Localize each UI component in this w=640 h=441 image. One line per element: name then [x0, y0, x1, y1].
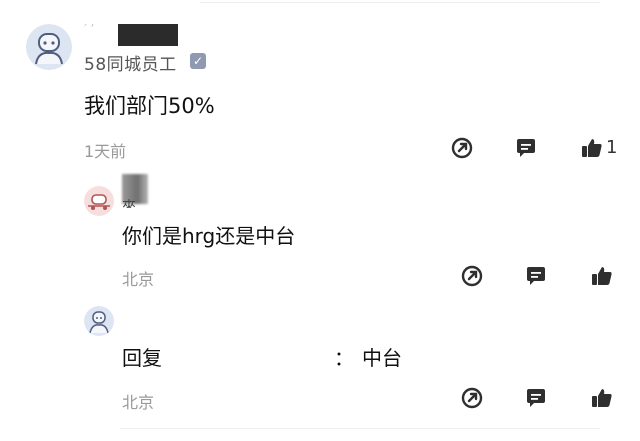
comment-icon[interactable] [524, 264, 548, 288]
comment-text: 我们部门50% [84, 94, 215, 118]
share-icon[interactable] [450, 136, 474, 160]
comment-time: 1天前 [84, 142, 127, 161]
reply-text: 中台 [362, 346, 402, 370]
comment-icon[interactable] [514, 136, 538, 160]
avatar[interactable] [84, 306, 114, 336]
bottom-divider [120, 428, 600, 429]
redacted-username [118, 24, 178, 46]
thumbs-up-icon[interactable] [590, 264, 614, 288]
user-badge-label: 58同城员工 [84, 55, 177, 75]
verified-icon: ✓ [190, 53, 206, 69]
comment-icon[interactable] [524, 386, 548, 410]
reply-location: 北京 [122, 393, 155, 412]
thumbs-up-icon[interactable] [580, 136, 604, 160]
share-icon[interactable] [460, 264, 484, 288]
avatar[interactable] [84, 186, 114, 216]
reply-location: 北京 [122, 270, 155, 289]
like-count: 1 [606, 137, 618, 158]
share-icon[interactable] [460, 386, 484, 410]
avatar[interactable] [26, 24, 72, 70]
username-fragment: ′ ’ [84, 22, 95, 36]
reply-text: 你们是hrg还是中台 [122, 224, 296, 248]
reply-author: 來 [122, 199, 136, 208]
reply-separator: ： [334, 346, 354, 370]
top-divider [200, 2, 600, 3]
thumbs-up-icon[interactable] [590, 386, 614, 410]
reply-prefix: 回复 [122, 346, 162, 370]
